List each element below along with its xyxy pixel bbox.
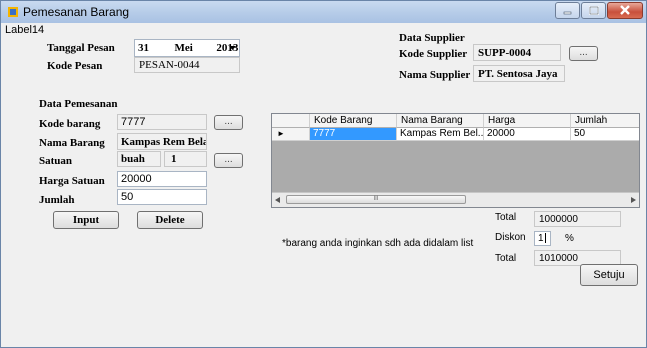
grand-total-label: Total — [495, 253, 517, 264]
supplier-group-label: Data Supplier — [399, 32, 465, 44]
grid-column-header[interactable]: Harga — [484, 114, 571, 128]
nama-barang-field[interactable]: Kampas Rem Bela — [117, 133, 207, 150]
jumlah-field[interactable]: 50 — [117, 189, 207, 205]
date-month: Mei — [174, 42, 193, 54]
diskon-field[interactable]: 1 — [534, 231, 551, 246]
scroll-right-icon[interactable] — [631, 197, 636, 203]
satuan-field[interactable]: buah — [117, 151, 161, 167]
window-title: Pemesanan Barang — [23, 5, 130, 19]
maximize-button[interactable] — [581, 2, 606, 19]
nama-barang-label: Nama Barang — [39, 137, 105, 149]
kode-supplier-field[interactable]: SUPP-0004 — [473, 44, 561, 61]
percent-sign: % — [565, 233, 574, 244]
nama-supplier-field[interactable]: PT. Sentosa Jaya — [473, 65, 565, 82]
jumlah-label: Jumlah — [39, 194, 75, 206]
setuju-button[interactable]: Setuju — [580, 264, 638, 286]
harga-satuan-label: Harga Satuan — [39, 175, 105, 187]
tanggal-pesan-datepicker[interactable]: 31 Mei 2013 — [134, 39, 240, 57]
grid-column-header[interactable]: Nama Barang — [397, 114, 484, 128]
kode-supplier-label: Kode Supplier — [399, 48, 468, 60]
scroll-thumb-grip: III — [373, 196, 379, 202]
app-icon — [8, 7, 18, 17]
grid-cell-kode[interactable]: 7777 — [310, 128, 397, 141]
scroll-left-icon[interactable] — [275, 197, 280, 203]
grid-horizontal-scrollbar[interactable]: III — [272, 192, 639, 207]
pemesanan-group-label: Data Pemesanan — [39, 98, 118, 110]
delete-button[interactable]: Delete — [137, 211, 203, 229]
satuan-label: Satuan — [39, 155, 73, 167]
satuan-qty-field[interactable]: 1 — [164, 151, 207, 167]
grid-corner-header — [272, 114, 310, 128]
kode-barang-label: Kode barang — [39, 118, 101, 130]
tanggal-pesan-label: Tanggal Pesan — [47, 42, 115, 54]
close-icon — [620, 5, 630, 15]
total-label: Total — [495, 212, 517, 223]
grid-column-header[interactable]: Kode Barang — [310, 114, 397, 128]
diskon-value: 1 — [538, 233, 544, 244]
minimize-button[interactable] — [555, 2, 580, 19]
grid-cell-nama[interactable]: Kampas Rem Bel... — [397, 128, 484, 141]
kode-pesan-label: Kode Pesan — [47, 60, 103, 72]
kode-barang-field[interactable]: 7777 — [117, 114, 207, 130]
grid-row-indicator[interactable]: ► — [272, 128, 310, 141]
grid-column-header[interactable]: Jumlah — [571, 114, 639, 128]
grid-cell-harga[interactable]: 20000 — [484, 128, 571, 141]
supplier-browse-button[interactable]: ... — [569, 46, 598, 61]
scroll-thumb[interactable]: III — [286, 195, 466, 204]
nama-supplier-label: Nama Supplier — [399, 69, 471, 81]
diskon-label: Diskon — [495, 232, 526, 243]
barang-browse-button[interactable]: ... — [214, 115, 243, 130]
label14: Label14 — [5, 24, 45, 36]
minimize-icon — [563, 11, 572, 15]
grid-cell-jumlah[interactable]: 50 — [571, 128, 639, 141]
app-window: Pemesanan Barang Label14 Tanggal Pesan 3… — [0, 0, 647, 348]
total-field[interactable]: 1000000 — [534, 211, 621, 227]
chevron-down-icon — [229, 46, 236, 50]
close-button[interactable] — [607, 2, 643, 19]
list-note: *barang anda inginkan sdh ada didalam li… — [282, 238, 474, 249]
order-grid[interactable]: Kode Barang Nama Barang Harga Jumlah ► 7… — [271, 113, 640, 208]
title-bar[interactable]: Pemesanan Barang — [1, 1, 646, 23]
text-caret — [544, 233, 546, 244]
date-day: 31 — [138, 42, 149, 54]
satuan-browse-button[interactable]: ... — [214, 153, 243, 168]
maximize-icon — [589, 6, 599, 15]
input-button[interactable]: Input — [53, 211, 119, 229]
kode-pesan-field[interactable]: PESAN-0044 — [134, 57, 240, 73]
harga-satuan-field[interactable]: 20000 — [117, 171, 207, 187]
